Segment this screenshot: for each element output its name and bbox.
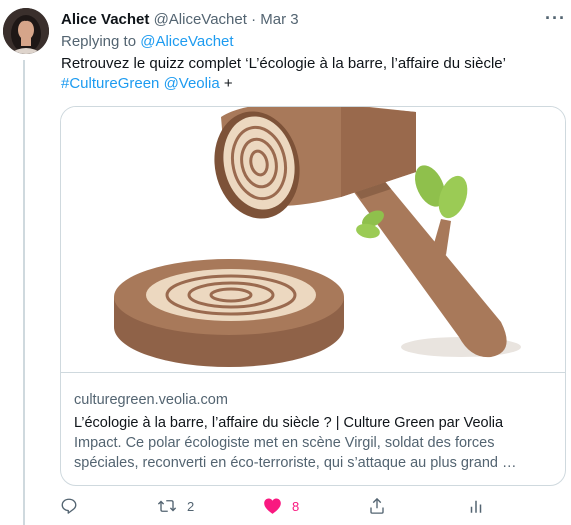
author-name[interactable]: Alice Vachet — [61, 11, 149, 28]
link-card[interactable]: culturegreen.veolia.com L’écologie à la … — [60, 106, 566, 486]
share-button[interactable] — [368, 494, 386, 518]
card-description-line: Impact. Ce polar écologiste met en scène… — [74, 435, 495, 451]
card-meta: culturegreen.veolia.com L’écologie à la … — [74, 391, 558, 473]
replying-to: Replying to @AliceVachet — [61, 33, 234, 51]
tweet-actions: 2 8 — [0, 494, 571, 518]
thread-line — [23, 60, 25, 525]
retweet-icon — [157, 500, 177, 512]
more-options-icon[interactable]: ··· — [545, 8, 566, 29]
tweet-header: Alice Vachet @AliceVachet · Mar 3 — [61, 11, 299, 29]
reply-button[interactable] — [60, 494, 88, 518]
like-button[interactable]: 8 — [263, 494, 299, 518]
card-description-line-2: spéciales, reconverti en éco-terroriste,… — [74, 455, 517, 471]
share-icon — [370, 497, 384, 514]
card-image[interactable] — [61, 107, 565, 373]
card-title: L’écologie à la barre, l’affaire du sièc… — [74, 415, 504, 431]
tweet-text: Retrouvez le quizz complet ‘L’écologie à… — [61, 54, 561, 94]
avatar-image — [3, 8, 49, 54]
author-handle[interactable]: @AliceVachet — [154, 11, 247, 28]
avatar[interactable] — [3, 8, 49, 54]
replying-prefix: Replying to — [61, 33, 137, 50]
replying-to-link[interactable]: @AliceVachet — [140, 33, 233, 50]
analytics-icon — [470, 500, 482, 513]
wood-gavel-illustration — [114, 107, 521, 367]
hashtag-link[interactable]: #CultureGreen — [61, 75, 159, 92]
text-suffix: + — [223, 75, 233, 92]
like-count: 8 — [292, 498, 300, 514]
tweet-text-line-2: #CultureGreen @Veolia + — [61, 74, 561, 94]
reply-icon — [61, 498, 77, 514]
retweet-count: 2 — [187, 498, 195, 514]
tweet-text-line: Retrouvez le quizz complet ‘L’écologie à… — [61, 55, 506, 72]
heart-icon — [264, 498, 281, 514]
mention-link[interactable]: @Veolia — [164, 75, 220, 92]
analytics-button[interactable] — [467, 494, 485, 518]
retweet-button[interactable]: 2 — [157, 494, 194, 518]
card-domain: culturegreen.veolia.com — [74, 392, 228, 408]
separator: · — [251, 11, 257, 28]
tweet-date[interactable]: Mar 3 — [260, 11, 298, 28]
